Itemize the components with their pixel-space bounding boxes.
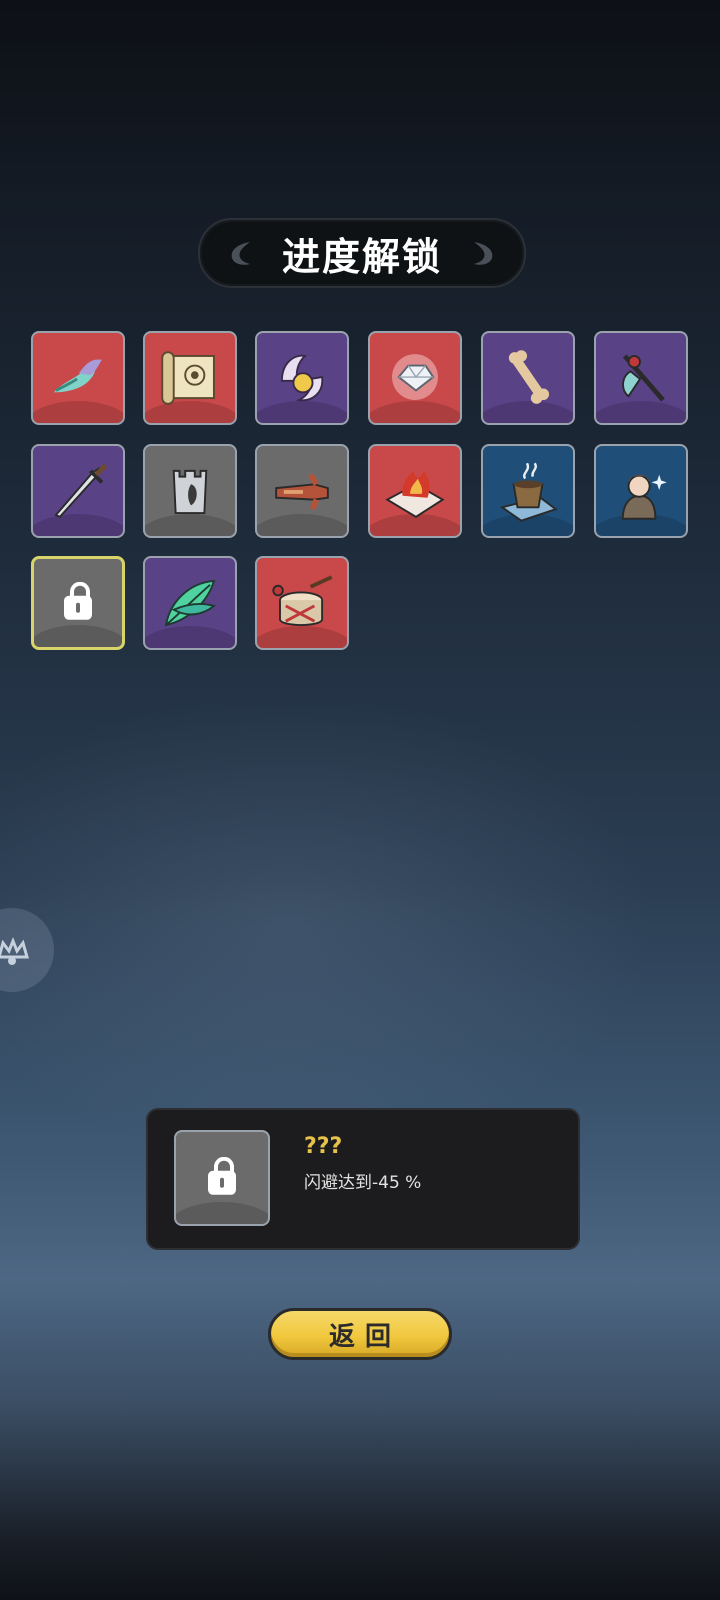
item-slot-fire-bundle[interactable] (368, 444, 462, 538)
fire-bundle-icon (385, 470, 445, 518)
info-item-slot (174, 1130, 270, 1226)
mage-portrait-icon (621, 474, 667, 520)
item-slot-feather[interactable] (143, 556, 237, 650)
spear-icon (622, 354, 665, 402)
item-slot-spirit-flame[interactable] (31, 331, 125, 425)
item-info-panel: ??? 闪避达到-45 % (146, 1108, 580, 1250)
item-slot-claw-orb[interactable] (255, 331, 349, 425)
item-slot-wooden-gloves[interactable] (255, 444, 349, 538)
feather-icon (164, 579, 216, 627)
item-slot-scroll-map[interactable] (143, 331, 237, 425)
spirit-flame-icon (54, 359, 102, 393)
dagger-icon (54, 463, 108, 519)
diamond-gem-icon (392, 354, 438, 401)
item-name: ??? (304, 1134, 343, 1159)
lock-icon (64, 581, 92, 620)
item-slot-spear[interactable] (594, 331, 688, 425)
item-grid (0, 0, 720, 700)
scroll-map-icon (161, 351, 215, 405)
item-slot-mage-portrait[interactable] (594, 444, 688, 538)
item-slot-locked-selected[interactable] (31, 556, 125, 650)
stone-tower-icon (172, 469, 208, 514)
bone-icon (508, 350, 550, 404)
item-slot-stone-tower[interactable] (143, 444, 237, 538)
war-drum-icon (272, 575, 333, 626)
back-button-label: 返回 (328, 1321, 401, 1352)
claw-orb-icon (280, 354, 324, 402)
lock-icon (208, 1156, 236, 1195)
tea-cup-icon (499, 462, 558, 522)
item-slot-tea-cup[interactable] (481, 444, 575, 538)
item-slot-bone[interactable] (481, 331, 575, 425)
item-slot-diamond-gem[interactable] (368, 331, 462, 425)
wooden-gloves-icon (275, 473, 329, 511)
item-slot-dagger[interactable] (31, 444, 125, 538)
item-description: 闪避达到-45 % (304, 1173, 422, 1193)
item-slot-war-drum[interactable] (255, 556, 349, 650)
back-button[interactable]: 返回 (268, 1308, 452, 1360)
